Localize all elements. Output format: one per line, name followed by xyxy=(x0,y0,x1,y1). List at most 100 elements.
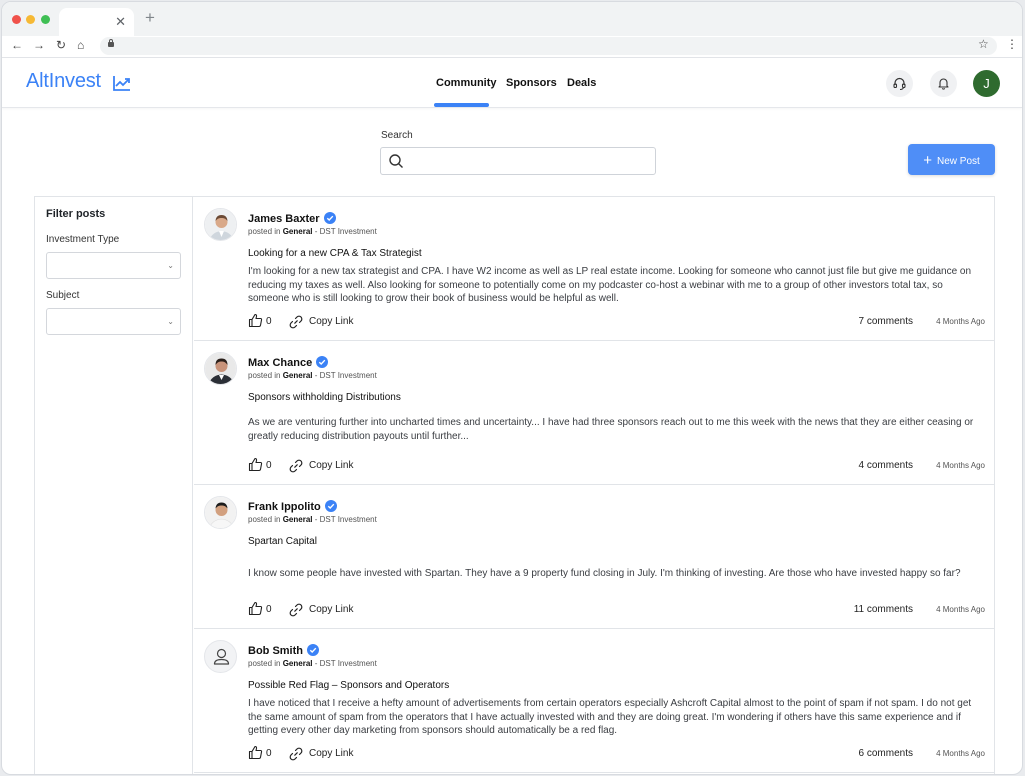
reload-icon[interactable]: ↻ xyxy=(56,38,66,52)
home-icon[interactable]: ⌂ xyxy=(77,38,84,52)
chevron-down-icon: ⌄ xyxy=(167,261,174,270)
like-count: 0 xyxy=(266,460,272,471)
author-avatar[interactable] xyxy=(204,208,237,241)
new-tab-icon[interactable]: + xyxy=(145,8,155,28)
author-photo xyxy=(205,209,236,240)
post-meta: posted in General - DST Investment xyxy=(248,659,377,668)
copy-link-button[interactable]: Copy Link xyxy=(309,316,353,327)
like-count: 0 xyxy=(266,604,272,615)
author-photo xyxy=(205,353,236,384)
post-category[interactable]: General xyxy=(283,659,313,668)
author-avatar[interactable] xyxy=(204,496,237,529)
user-avatar[interactable]: J xyxy=(973,70,1000,97)
author-avatar[interactable] xyxy=(204,640,237,673)
post-timestamp: 4 Months Ago xyxy=(936,749,985,758)
investment-type-label: Investment Type xyxy=(46,234,120,245)
post-card[interactable]: Max Chance posted in General - DST Inves… xyxy=(194,341,995,485)
forward-icon[interactable]: → xyxy=(33,38,45,52)
verified-badge-icon xyxy=(324,500,337,512)
brand-name: AltInvest xyxy=(26,70,101,92)
browser-window: ✕ + ← → ↻ ⌂ ☆ ⋮ AltInvest Community Spon… xyxy=(1,1,1023,775)
post-actions: 0 Copy Link 6 comments 4 Months Ago xyxy=(248,745,985,762)
nav-community[interactable]: Community xyxy=(436,77,497,89)
like-icon[interactable] xyxy=(248,457,263,472)
brand-logo[interactable]: AltInvest xyxy=(26,70,130,93)
author-name[interactable]: Bob Smith xyxy=(248,644,319,657)
link-icon[interactable] xyxy=(288,602,304,618)
app-header: AltInvest Community Sponsors Deals J xyxy=(2,58,1022,108)
post-meta: posted in General - DST Investment xyxy=(248,371,377,380)
filter-title: Filter posts xyxy=(46,208,106,220)
post-category[interactable]: General xyxy=(283,371,313,380)
lock-icon xyxy=(108,39,114,47)
notifications-button[interactable] xyxy=(930,70,957,97)
author-avatar[interactable] xyxy=(204,352,237,385)
post-title[interactable]: Sponsors withholding Distributions xyxy=(248,392,401,403)
post-card[interactable]: Bob Smith posted in General - DST Invest… xyxy=(194,629,995,773)
verified-badge-icon xyxy=(307,644,319,656)
browser-tab-bar: ✕ + xyxy=(2,2,1022,36)
like-icon[interactable] xyxy=(248,745,263,760)
support-button[interactable] xyxy=(886,70,913,97)
post-actions: 0 Copy Link 7 comments 4 Months Ago xyxy=(248,313,985,330)
author-name[interactable]: Frank Ippolito xyxy=(248,500,337,513)
post-meta: posted in General - DST Investment xyxy=(248,227,377,236)
verified-badge-icon xyxy=(323,212,336,224)
post-category[interactable]: General xyxy=(283,227,313,236)
maximize-window-dot[interactable] xyxy=(41,15,50,24)
nav-deals[interactable]: Deals xyxy=(567,77,596,89)
search-field[interactable] xyxy=(380,147,656,175)
post-body: I know some people have invested with Sp… xyxy=(248,568,961,579)
post-body: As we are venturing further into unchart… xyxy=(248,417,974,442)
post-title[interactable]: Looking for a new CPA & Tax Strategist xyxy=(248,248,422,259)
link-icon[interactable] xyxy=(288,314,304,330)
link-icon[interactable] xyxy=(288,458,304,474)
post-card[interactable]: James Baxter posted in General - DST Inv… xyxy=(194,197,995,341)
subject-select[interactable]: ⌄ xyxy=(46,308,181,335)
post-body: I have noticed that I receive a hefty am… xyxy=(248,698,972,736)
author-name[interactable]: Max Chance xyxy=(248,356,329,369)
post-title[interactable]: Possible Red Flag – Sponsors and Operato… xyxy=(248,680,449,691)
post-category[interactable]: General xyxy=(283,515,313,524)
minimize-window-dot[interactable] xyxy=(26,15,35,24)
comments-link[interactable]: 6 comments xyxy=(859,748,913,759)
search-label: Search xyxy=(381,130,413,141)
like-icon[interactable] xyxy=(248,313,263,328)
new-post-button[interactable]: + New Post xyxy=(908,144,995,175)
author-name[interactable]: James Baxter xyxy=(248,212,336,225)
community-panel: Filter posts Investment Type ⌄ Subject ⌄ xyxy=(34,196,995,774)
post-timestamp: 4 Months Ago xyxy=(936,461,985,470)
post-meta: posted in General - DST Investment xyxy=(248,515,377,524)
post-title[interactable]: Spartan Capital xyxy=(248,536,317,547)
author-photo xyxy=(205,497,236,528)
post-actions: 0 Copy Link 4 comments 4 Months Ago xyxy=(248,457,985,474)
filter-sidebar: Filter posts Investment Type ⌄ Subject ⌄ xyxy=(35,197,193,774)
like-count: 0 xyxy=(266,316,272,327)
user-placeholder-icon xyxy=(213,648,230,665)
browser-tab[interactable]: ✕ xyxy=(59,8,134,36)
comments-link[interactable]: 4 comments xyxy=(859,460,913,471)
post-actions: 0 Copy Link 11 comments 4 Months Ago xyxy=(248,601,985,618)
investment-type-select[interactable]: ⌄ xyxy=(46,252,181,279)
post-card[interactable]: Frank Ippolito posted in General - DST I… xyxy=(194,485,995,629)
bookmark-star-icon[interactable]: ☆ xyxy=(978,37,989,51)
subject-label: Subject xyxy=(46,290,80,301)
close-tab-icon[interactable]: ✕ xyxy=(115,14,126,30)
comments-link[interactable]: 7 comments xyxy=(859,316,913,327)
url-field[interactable] xyxy=(100,37,997,55)
search-icon xyxy=(389,154,403,168)
close-window-dot[interactable] xyxy=(12,15,21,24)
comments-link[interactable]: 11 comments xyxy=(854,604,913,615)
search-input[interactable] xyxy=(409,152,649,170)
link-icon[interactable] xyxy=(288,746,304,762)
browser-address-bar: ← → ↻ ⌂ ☆ ⋮ xyxy=(2,36,1022,58)
browser-menu-icon[interactable]: ⋮ xyxy=(1006,37,1018,51)
copy-link-button[interactable]: Copy Link xyxy=(309,748,353,759)
nav-sponsors[interactable]: Sponsors xyxy=(506,77,557,89)
copy-link-button[interactable]: Copy Link xyxy=(309,604,353,615)
bell-icon xyxy=(938,78,949,90)
like-icon[interactable] xyxy=(248,601,263,616)
copy-link-button[interactable]: Copy Link xyxy=(309,460,353,471)
back-icon[interactable]: ← xyxy=(11,38,23,52)
post-timestamp: 4 Months Ago xyxy=(936,605,985,614)
